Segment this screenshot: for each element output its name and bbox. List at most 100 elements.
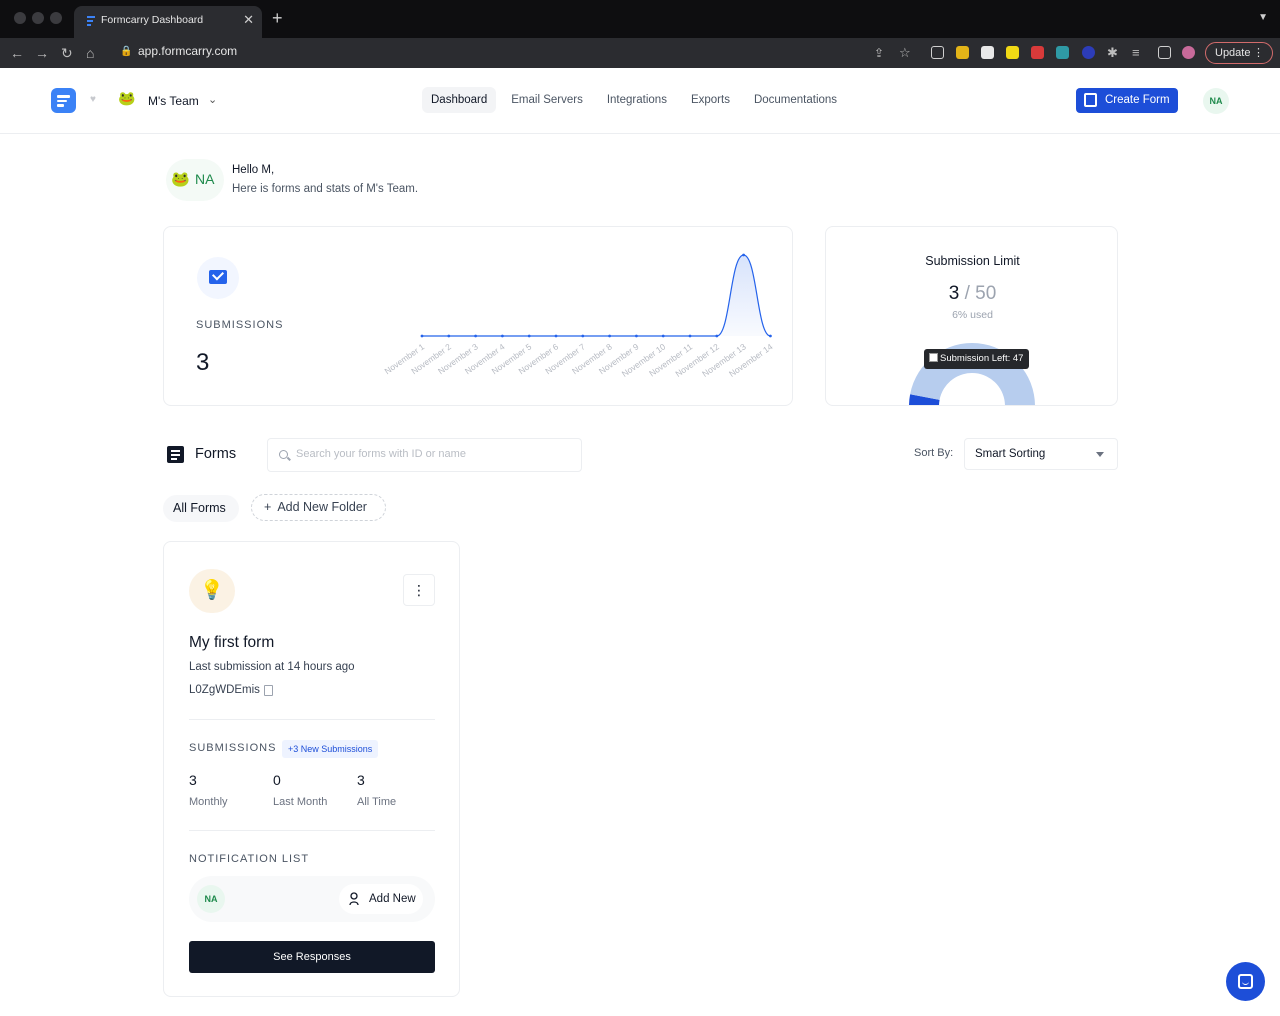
search-input[interactable]	[296, 448, 576, 460]
greeting-subtitle: Here is forms and stats of M's Team.	[232, 183, 419, 195]
chart-point[interactable]	[715, 334, 719, 338]
nav-integrations[interactable]: Integrations	[598, 87, 676, 113]
form-submissions-label: SUBMISSIONS	[189, 742, 277, 754]
create-form-button[interactable]: Create Form	[1076, 88, 1178, 113]
stat-last-month-label: Last Month	[273, 796, 328, 808]
extension-red-icon[interactable]	[1031, 46, 1044, 59]
add-new-label: Add New	[369, 893, 416, 905]
folder-all-forms[interactable]: All Forms	[163, 495, 239, 522]
stat-last-month-value: 0	[273, 772, 281, 788]
chart-point[interactable]	[420, 334, 424, 338]
copy-icon[interactable]	[264, 685, 273, 696]
see-responses-button[interactable]: See Responses	[189, 941, 435, 973]
notification-avatar[interactable]: NA	[197, 885, 225, 913]
extension-notification-icon[interactable]	[981, 46, 994, 59]
submissions-card: SUBMISSIONS 3 November 1 November 2 Novemb…	[163, 226, 793, 406]
nav-email-servers[interactable]: Email Servers	[502, 87, 592, 113]
extension-shield-icon[interactable]	[1082, 46, 1095, 59]
submission-limit-card: Submission Limit 3 / 50 6% used Submissi…	[825, 226, 1118, 406]
team-name[interactable]: M's Team	[148, 94, 199, 108]
new-tab-icon[interactable]: +	[272, 9, 283, 27]
chart-point[interactable]	[635, 334, 638, 338]
form-edit-icon	[1084, 93, 1097, 107]
home-icon[interactable]: ⌂	[86, 44, 94, 62]
chart-point[interactable]	[688, 334, 692, 338]
form-search[interactable]	[267, 438, 582, 472]
window-zoom-control[interactable]	[50, 12, 62, 24]
limit-used: 3	[948, 283, 960, 304]
chart-point[interactable]	[661, 334, 665, 338]
more-options-button[interactable]: ⋮	[403, 574, 435, 606]
chart-point[interactable]	[527, 334, 531, 338]
extension-yellow-icon[interactable]	[956, 46, 969, 59]
tab-close-icon[interactable]: ✕	[243, 12, 254, 28]
extensions-puzzle-icon[interactable]: ✱	[1107, 44, 1118, 62]
nav-documentations[interactable]: Documentations	[745, 87, 846, 113]
envelope-icon	[209, 270, 227, 284]
app-header: ♥ 🐸 M's Team ⌄ Dashboard Email Servers I…	[0, 68, 1280, 134]
side-panel-icon[interactable]	[1158, 46, 1171, 59]
stat-all-time-label: All Time	[357, 796, 397, 808]
form-name[interactable]: My first form	[189, 634, 274, 652]
tab-title: Formcarry Dashboard	[101, 14, 204, 26]
stat-all-time-value: 3	[357, 772, 365, 788]
limit-total: / 50	[964, 283, 997, 304]
form-id: L0ZgWDEmis	[189, 684, 260, 696]
tooltip-swatch	[929, 353, 938, 362]
limit-title: Submission Limit	[925, 254, 1020, 268]
browser-tab[interactable]: Formcarry Dashboard ✕	[74, 6, 262, 38]
heart-icon[interactable]: ♥	[90, 94, 96, 105]
chart-point[interactable]	[447, 334, 451, 338]
chart-point[interactable]	[608, 334, 611, 338]
stat-monthly-value: 3	[189, 772, 197, 788]
submissions-chart: November 1November 2November 3November 4…	[382, 253, 775, 379]
submissions-label: SUBMISSIONS	[196, 319, 284, 331]
chart-point[interactable]	[554, 334, 558, 338]
window-minimize-control[interactable]	[32, 12, 44, 24]
nav-exports[interactable]: Exports	[682, 87, 739, 113]
update-button[interactable]: Update ⋮	[1205, 42, 1273, 64]
greeting-hello: Hello M,	[232, 164, 275, 176]
team-chevron-down-icon[interactable]: ⌄	[208, 93, 217, 106]
extension-teal-icon[interactable]	[1056, 46, 1069, 59]
chart-point[interactable]	[474, 334, 477, 338]
submissions-value: 3	[196, 349, 210, 376]
formcarry-logo-icon[interactable]	[51, 88, 76, 113]
reading-list-icon[interactable]: ≡	[1132, 44, 1140, 62]
tooltip-text: Submission Left: 47	[940, 353, 1024, 364]
person-add-icon	[349, 892, 359, 906]
add-new-recipient-button[interactable]: Add New	[339, 884, 423, 914]
tab-list-chevron-icon[interactable]: ▼	[1258, 12, 1268, 23]
divider	[189, 830, 435, 831]
notification-list-label: NOTIFICATION LIST	[189, 853, 310, 865]
envelope-icon-wrapper	[197, 257, 239, 299]
support-chat-button[interactable]	[1226, 962, 1265, 1001]
extension-r-icon[interactable]	[1006, 46, 1019, 59]
share-icon[interactable]: ⇪	[874, 44, 884, 62]
chart-point[interactable]	[769, 334, 772, 338]
back-arrow-icon[interactable]: ←	[10, 44, 24, 62]
browser-menu-icon[interactable]: ⋮	[1253, 46, 1264, 59]
sort-label: Sort By:	[914, 447, 954, 459]
sort-select[interactable]: Smart Sorting	[964, 438, 1118, 470]
user-avatar[interactable]: NA	[1203, 88, 1229, 114]
add-new-folder-button[interactable]: + Add New Folder	[251, 494, 386, 521]
reload-icon[interactable]: ↻	[61, 44, 73, 62]
add-folder-label: Add New Folder	[277, 500, 367, 514]
forward-arrow-icon[interactable]: →	[35, 44, 49, 62]
extension-screen-icon[interactable]	[931, 46, 944, 59]
profile-avatar-icon[interactable]	[1182, 46, 1195, 59]
lock-icon: 🔒	[120, 46, 133, 57]
chart-point[interactable]	[581, 334, 585, 338]
formcarry-favicon-icon	[87, 16, 95, 26]
nav-dashboard[interactable]: Dashboard	[422, 87, 497, 113]
chart-point[interactable]	[742, 253, 745, 257]
caret-down-icon	[1096, 452, 1104, 457]
url-field[interactable]: app.formcarry.com	[138, 44, 237, 58]
form-last-submission: Last submission at 14 hours ago	[189, 661, 355, 673]
window-close-control[interactable]	[14, 12, 26, 24]
chart-point[interactable]	[501, 334, 504, 338]
chat-icon	[1238, 974, 1253, 989]
bookmark-star-icon[interactable]: ☆	[899, 44, 911, 62]
stat-monthly-label: Monthly	[189, 796, 228, 808]
